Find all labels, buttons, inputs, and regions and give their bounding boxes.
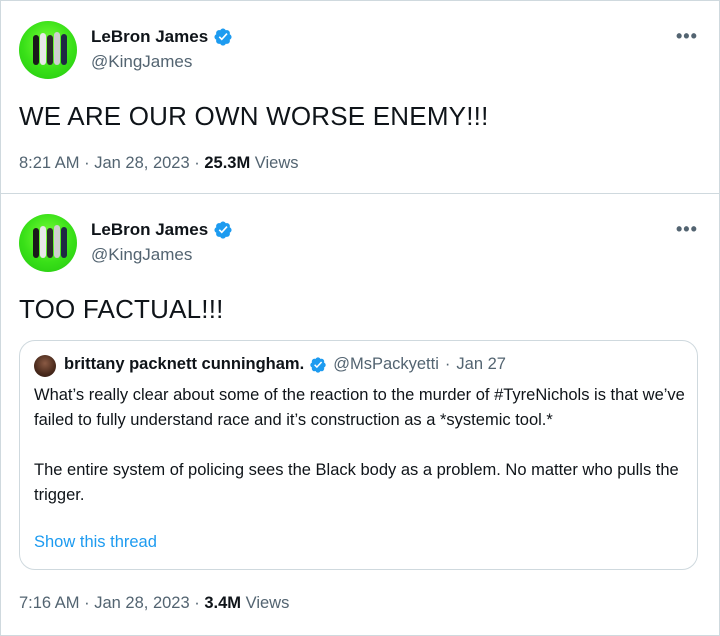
tweet-text: WE ARE OUR OWN WORSE ENEMY!!! <box>19 101 489 131</box>
avatar-image <box>33 225 67 258</box>
views-label: Views <box>245 594 290 612</box>
quoted-tweet[interactable]: brittany packnett cunningham. @MsPackyet… <box>19 340 698 570</box>
author-row: LeBron James <box>91 27 233 47</box>
author-name[interactable]: LeBron James <box>91 27 208 47</box>
tweet-text: TOO FACTUAL!!! <box>19 294 224 324</box>
verified-badge-icon <box>213 220 233 240</box>
show-thread-link[interactable]: Show this thread <box>34 533 157 552</box>
meta-separator: · <box>194 594 205 612</box>
tweet-2[interactable]: LeBron James @KingJames ••• TOO FACTUAL!… <box>0 194 720 636</box>
verified-badge-icon <box>309 356 327 374</box>
more-horizontal-icon[interactable]: ••• <box>676 219 698 240</box>
author-handle[interactable]: @KingJames <box>91 245 192 265</box>
author-row: LeBron James <box>91 220 233 240</box>
meta-separator: · <box>194 154 205 172</box>
meta-separator: · <box>84 594 95 612</box>
tweet-time[interactable]: 8:21 AM <box>19 154 80 172</box>
quoted-date[interactable]: Jan 27 <box>456 355 506 374</box>
more-horizontal-icon[interactable]: ••• <box>676 26 698 47</box>
quoted-author-name[interactable]: brittany packnett cunningham. <box>64 355 304 374</box>
avatar-image <box>33 32 67 65</box>
tweet-1[interactable]: LeBron James @KingJames ••• WE ARE OUR O… <box>0 0 720 194</box>
views-count: 3.4M <box>204 594 242 612</box>
quoted-paragraph: What’s really clear about some of the re… <box>34 386 685 429</box>
tweet-time[interactable]: 7:16 AM <box>19 594 80 612</box>
author-name[interactable]: LeBron James <box>91 220 208 240</box>
meta-separator: · <box>444 355 451 373</box>
tweet-meta: 8:21 AM · Jan 28, 2023 · 25.3M Views <box>19 154 299 173</box>
quoted-author-row: brittany packnett cunningham. @MsPackyet… <box>64 355 506 374</box>
verified-badge-icon <box>213 27 233 47</box>
quoted-author-handle[interactable]: @MsPackyetti <box>333 355 439 374</box>
tweet-date[interactable]: Jan 28, 2023 <box>94 154 189 172</box>
quoted-text: What’s really clear about some of the re… <box>34 383 690 508</box>
quoted-avatar[interactable] <box>34 355 56 377</box>
views-count: 25.3M <box>204 154 251 172</box>
meta-separator: · <box>84 154 95 172</box>
tweet-date[interactable]: Jan 28, 2023 <box>94 594 189 612</box>
author-handle[interactable]: @KingJames <box>91 52 192 72</box>
avatar[interactable] <box>19 214 77 272</box>
quoted-paragraph: The entire system of policing sees the B… <box>34 461 679 504</box>
tweet-meta: 7:16 AM · Jan 28, 2023 · 3.4M Views <box>19 594 289 613</box>
avatar[interactable] <box>19 21 77 79</box>
views-label: Views <box>254 154 299 172</box>
